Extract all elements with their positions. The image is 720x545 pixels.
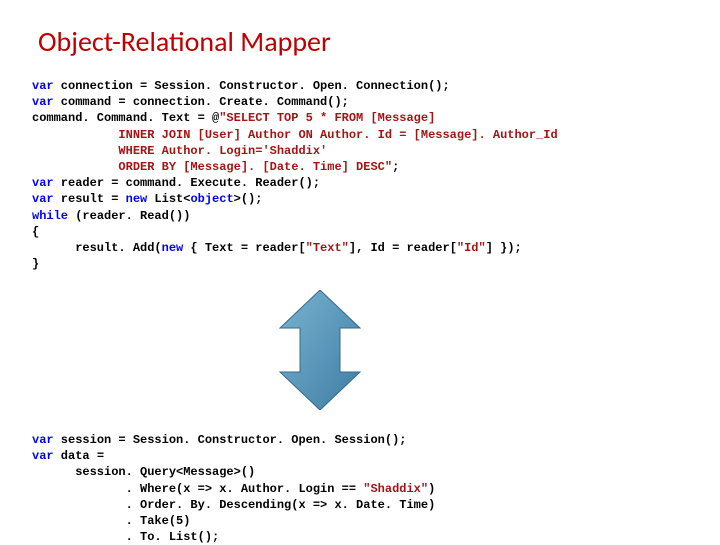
str: "Id" xyxy=(457,241,486,255)
code: ] }); xyxy=(486,241,522,255)
kw: var xyxy=(32,449,54,463)
slide-title: Object-Relational Mapper xyxy=(38,24,331,59)
code-block-orm: var session = Session. Constructor. Open… xyxy=(32,432,435,545)
code: command. Command. Text = @ xyxy=(32,111,219,125)
code: { xyxy=(32,225,39,239)
kw: var xyxy=(32,176,54,190)
code: >(); xyxy=(234,192,263,206)
code: . Where(x => x. Author. Login == xyxy=(32,482,363,496)
double-arrow-icon xyxy=(270,290,370,410)
kw: var xyxy=(32,95,54,109)
kw: var xyxy=(32,192,54,206)
code: . Take(5) xyxy=(32,514,190,528)
kw: new xyxy=(126,192,148,206)
code: List< xyxy=(147,192,190,206)
code: result = xyxy=(54,192,126,206)
kw: object xyxy=(190,192,233,206)
code: { Text = reader[ xyxy=(183,241,305,255)
str: ORDER BY [Message]. [Date. Time] DESC" xyxy=(32,160,392,174)
code: session = Session. Constructor. Open. Se… xyxy=(54,433,407,447)
str: "SELECT TOP 5 * FROM [Message] xyxy=(219,111,435,125)
code: reader = command. Execute. Reader(); xyxy=(54,176,320,190)
code: (reader. Read()) xyxy=(68,209,190,223)
code: command = connection. Create. Command(); xyxy=(54,95,349,109)
code: . Order. By. Descending(x => x. Date. Ti… xyxy=(32,498,435,512)
str: WHERE Author. Login='Shaddix' xyxy=(32,144,327,158)
code: ], Id = reader[ xyxy=(349,241,457,255)
kw: var xyxy=(32,79,54,93)
code: connection = Session. Constructor. Open.… xyxy=(54,79,450,93)
code: ) xyxy=(428,482,435,496)
code: ; xyxy=(392,160,399,174)
code: data = xyxy=(54,449,104,463)
str: "Text" xyxy=(306,241,349,255)
code: . To. List(); xyxy=(32,530,219,544)
kw: new xyxy=(162,241,184,255)
code: result. Add( xyxy=(32,241,162,255)
code: } xyxy=(32,257,39,271)
str: "Shaddix" xyxy=(363,482,428,496)
code: session. Query<Message>() xyxy=(32,465,255,479)
code-block-raw-sql: var connection = Session. Constructor. O… xyxy=(32,78,558,272)
kw: var xyxy=(32,433,54,447)
kw: while xyxy=(32,209,68,223)
str: INNER JOIN [User] Author ON Author. Id =… xyxy=(32,128,558,142)
